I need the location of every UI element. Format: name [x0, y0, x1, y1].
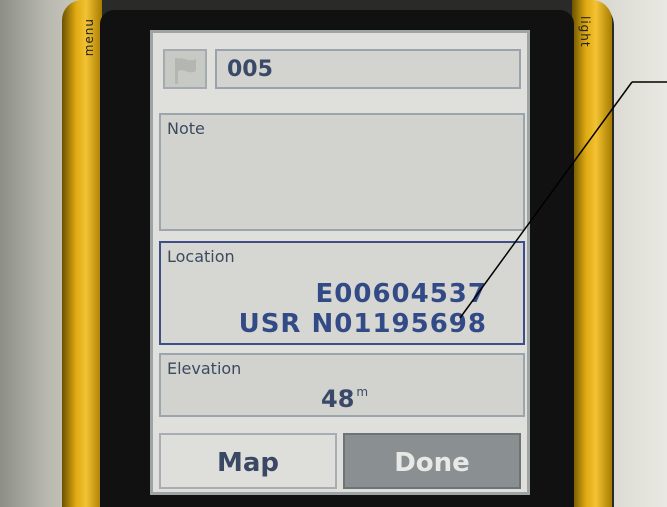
- callout-leader-line: [459, 81, 633, 319]
- annotation-callout: [459, 81, 667, 319]
